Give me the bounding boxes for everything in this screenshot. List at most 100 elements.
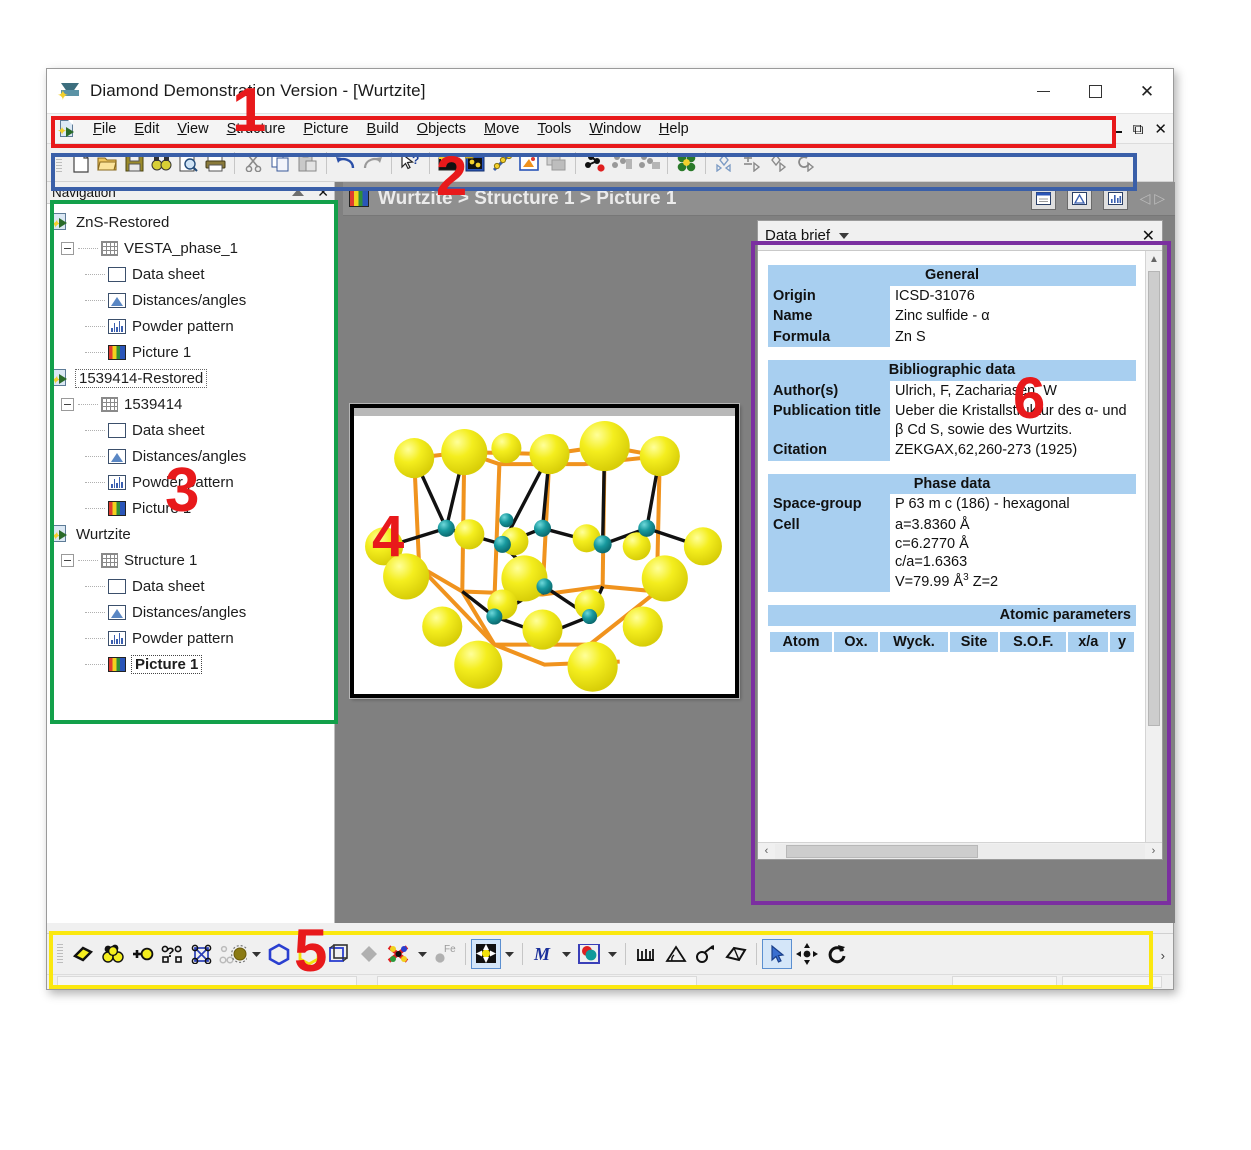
save-disk-icon[interactable]	[121, 149, 148, 176]
torsion-icon[interactable]	[691, 939, 721, 969]
atom-group-spheres-icon[interactable]	[98, 939, 128, 969]
add-bond-atom-icon[interactable]	[128, 939, 158, 969]
dropdown-caret-1-icon[interactable]	[248, 939, 264, 969]
scroll-left-arrow[interactable]: ‹	[758, 845, 775, 857]
print-icon[interactable]	[202, 149, 229, 176]
dropdown-caret-2-icon[interactable]	[414, 939, 430, 969]
toolbar-grip[interactable]	[56, 152, 62, 173]
help-pointer-icon[interactable]: ?	[397, 149, 424, 176]
tree-node-picture-1a[interactable]: Picture 1	[51, 339, 334, 365]
rotate-arrow-icon[interactable]	[822, 939, 852, 969]
coordination-sphere-icon[interactable]	[218, 939, 248, 969]
symmetry-center-icon[interactable]	[471, 939, 501, 969]
area-icon[interactable]	[721, 939, 751, 969]
polyhedra-net-icon[interactable]	[188, 939, 218, 969]
overflow-chevron-icon[interactable]: ›	[1161, 948, 1165, 963]
atom-design-icon[interactable]	[68, 939, 98, 969]
minimize-button[interactable]	[1017, 69, 1069, 114]
menu-move[interactable]: Move	[475, 119, 528, 139]
cut-scissors-icon[interactable]	[240, 149, 267, 176]
atom-query-icon[interactable]: ?	[158, 939, 188, 969]
unit-cell-box-icon[interactable]	[324, 939, 354, 969]
tree-node-1539414-restored[interactable]: ✦ 1539414-Restored	[50, 365, 334, 391]
hscroll-thumb[interactable]	[786, 844, 979, 858]
data-sheet-tab-icon[interactable]	[1030, 187, 1056, 210]
mdi-minimize-button[interactable]	[1111, 131, 1122, 133]
color-map-icon[interactable]	[574, 939, 604, 969]
atom-group-1-icon[interactable]	[608, 149, 635, 176]
menu-window[interactable]: Window	[580, 119, 650, 139]
redo-icon[interactable]	[359, 149, 386, 176]
tree-node-data-sheet-3[interactable]: Data sheet	[51, 573, 334, 599]
select-pointer-icon[interactable]	[762, 939, 792, 969]
tab-nav-arrows[interactable]: ◁ ▷	[1140, 190, 1165, 207]
navigation-tree[interactable]: ✦ ZnS-Restored VESTA_phase_1 Data sheet	[47, 204, 334, 923]
add-atom-icon[interactable]	[581, 149, 608, 176]
table-icon[interactable]	[543, 149, 570, 176]
move-cross-icon[interactable]	[792, 939, 822, 969]
close-button[interactable]: ✕	[1121, 69, 1173, 114]
powder-pattern-tab-icon[interactable]	[1102, 187, 1128, 210]
copy-icon[interactable]	[267, 149, 294, 176]
mirror-icon[interactable]	[765, 149, 792, 176]
menu-tools[interactable]: Tools	[528, 119, 580, 139]
mdi-restore-button[interactable]: ⧉	[1133, 121, 1144, 138]
close-icon[interactable]: ✕	[317, 184, 329, 201]
tree-node-data-sheet-1[interactable]: Data sheet	[51, 261, 334, 287]
ruler-icon[interactable]	[631, 939, 661, 969]
picture-canvas[interactable]	[343, 216, 757, 906]
print-preview-icon[interactable]	[175, 149, 202, 176]
scroll-thumb[interactable]	[1148, 271, 1160, 726]
menu-picture[interactable]: Picture	[294, 119, 357, 139]
element-fe-icon[interactable]: Fe	[430, 939, 460, 969]
menu-help[interactable]: Help	[650, 119, 698, 139]
plane-diamond-icon[interactable]	[354, 939, 384, 969]
scroll-right-arrow[interactable]: ›	[1145, 845, 1162, 857]
tree-node-data-sheet-2[interactable]: Data sheet	[51, 417, 334, 443]
dropdown-caret-5-icon[interactable]	[604, 939, 620, 969]
data-brief-vertical-scrollbar[interactable]: ▲ ▼	[1145, 251, 1162, 859]
maximize-button[interactable]	[1069, 69, 1121, 114]
collapse-expander[interactable]	[61, 397, 74, 411]
tree-node-vesta-phase-1[interactable]: VESTA_phase_1	[51, 235, 334, 261]
build-wand-icon[interactable]	[489, 149, 516, 176]
menu-objects[interactable]: Objects	[408, 119, 475, 139]
tree-node-distances-angles-3[interactable]: Distances/angles	[51, 599, 334, 625]
data-brief-horizontal-scrollbar[interactable]: ‹ ›	[758, 842, 1162, 859]
molecule-red-icon[interactable]	[384, 939, 414, 969]
auto-hide-pin-icon[interactable]	[292, 189, 305, 196]
close-icon[interactable]: ✕	[1142, 226, 1155, 246]
tree-node-distances-angles-1[interactable]: Distances/angles	[51, 287, 334, 313]
symmetry-icon[interactable]	[711, 149, 738, 176]
paste-icon[interactable]	[294, 149, 321, 176]
toolbar-grip[interactable]	[57, 944, 63, 964]
rotate-icon[interactable]	[792, 149, 819, 176]
menu-file[interactable]: File	[84, 119, 125, 139]
tree-node-picture-1c-selected[interactable]: Picture 1	[51, 651, 334, 677]
hscroll-track[interactable]	[775, 843, 1145, 859]
undo-icon[interactable]	[332, 149, 359, 176]
polyhedron-blue-icon[interactable]	[264, 939, 294, 969]
chevron-down-icon[interactable]	[839, 232, 850, 239]
collapse-expander[interactable]	[61, 553, 74, 567]
molecule-cluster-icon[interactable]	[673, 149, 700, 176]
distances-angles-tab-icon[interactable]	[1066, 187, 1092, 210]
dropdown-caret-4-icon[interactable]	[558, 939, 574, 969]
new-icon[interactable]	[67, 149, 94, 176]
collapse-expander[interactable]	[61, 241, 74, 255]
tree-node-structure-1[interactable]: Structure 1	[51, 547, 334, 573]
angle-icon[interactable]	[661, 939, 691, 969]
tree-node-powder-pattern-3[interactable]: Powder pattern	[51, 625, 334, 651]
tree-node-zns-restored[interactable]: ✦ ZnS-Restored	[50, 209, 334, 235]
find-binoculars-icon[interactable]	[148, 149, 175, 176]
export-picture-icon[interactable]	[516, 149, 543, 176]
tree-node-powder-pattern-1[interactable]: Powder pattern	[51, 313, 334, 339]
magnetic-moment-icon[interactable]: M	[528, 939, 558, 969]
tree-node-1539414[interactable]: 1539414	[51, 391, 334, 417]
atom-group-2-icon[interactable]	[635, 149, 662, 176]
mdi-close-button[interactable]: ✕	[1154, 120, 1167, 138]
menu-build[interactable]: Build	[358, 119, 408, 139]
scroll-up-arrow[interactable]: ▲	[1146, 251, 1162, 268]
open-folder-icon[interactable]	[94, 149, 121, 176]
dropdown-caret-3-icon[interactable]	[501, 939, 517, 969]
